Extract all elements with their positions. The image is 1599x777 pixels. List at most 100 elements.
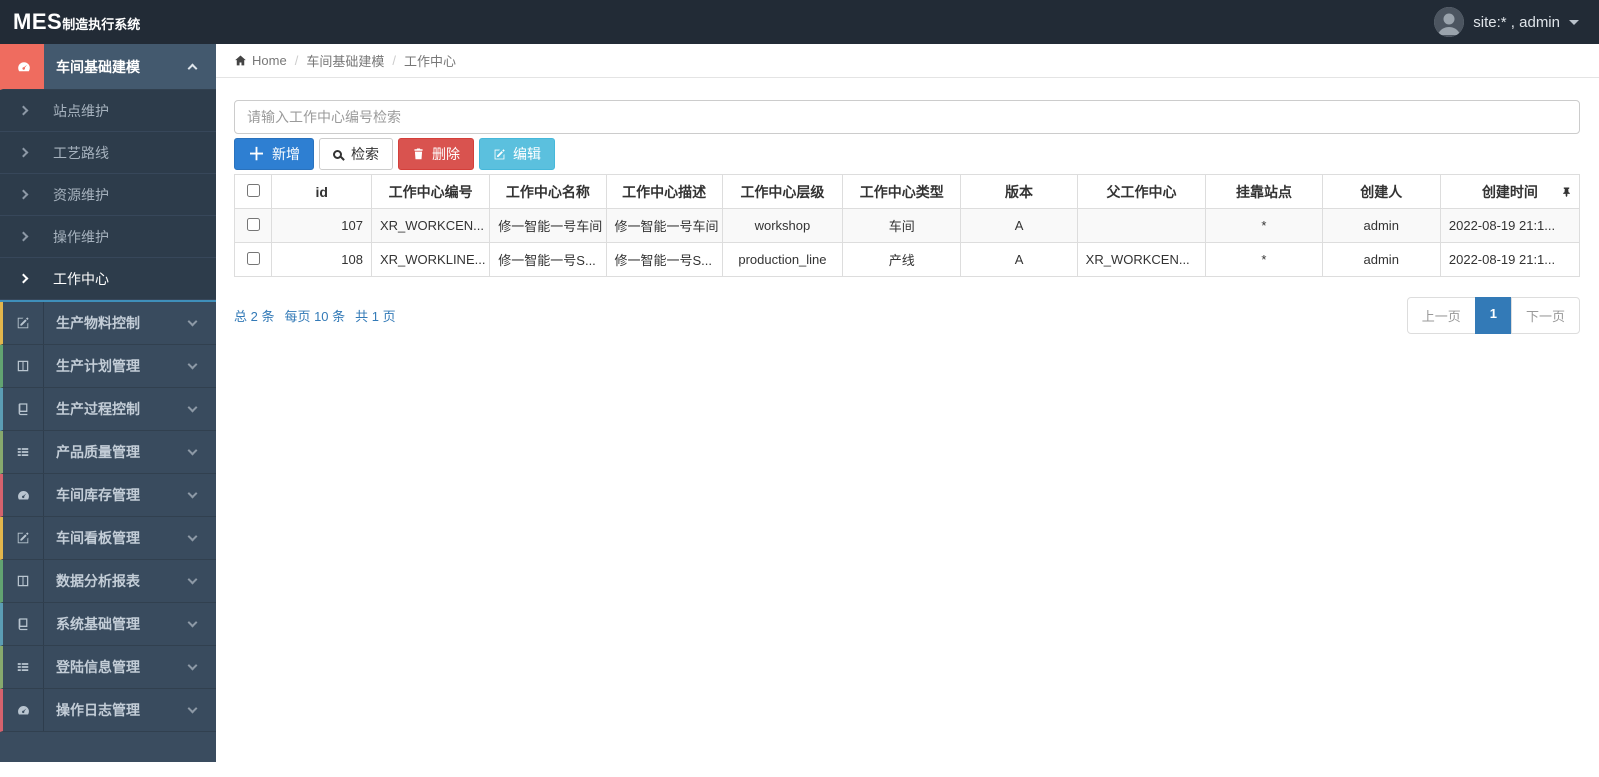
prev-page-button[interactable]: 上一页: [1406, 297, 1476, 334]
sidebar-item-label: 资源维护: [53, 186, 109, 203]
pin-icon[interactable]: [1561, 185, 1572, 201]
book-icon: [3, 603, 44, 645]
row-checkbox[interactable]: [246, 251, 260, 265]
caret-down-icon: [1569, 19, 1579, 25]
column-header-creator: 创建人: [1321, 174, 1441, 209]
row-select-cell: [233, 208, 273, 243]
sidebar-item-work-center[interactable]: 工作中心: [0, 258, 216, 300]
sidebar-item-resource-maintenance[interactable]: 资源维护: [0, 174, 216, 216]
cell-creator: admin: [1321, 242, 1441, 277]
cell-name: 修一智能一号S...: [489, 242, 607, 277]
toolbar: ＋ 新增 检索 删除 编辑: [234, 138, 1580, 170]
edit-button[interactable]: 编辑: [479, 138, 555, 170]
column-header-version: 版本: [960, 174, 1078, 209]
sidebar-group-label: 生产物料控制: [56, 315, 140, 331]
cell-code: XR_WORKCEN...: [370, 208, 491, 243]
cell-station: *: [1205, 208, 1323, 243]
delete-button[interactable]: 删除: [398, 138, 474, 170]
user-menu[interactable]: site:* , admin: [1434, 7, 1579, 37]
sidebar-group-production-plan-management[interactable]: 生产计划管理: [0, 345, 216, 388]
sidebar-group-workshop-basic-modeling[interactable]: 车间基础建模: [0, 44, 216, 90]
breadcrumb-separator: /: [392, 53, 396, 68]
sidebar-group-workshop-kanban-management[interactable]: 车间看板管理: [0, 517, 216, 560]
chevron-down-icon: [187, 703, 198, 714]
list-icon: [3, 646, 44, 688]
plus-icon: ＋: [248, 144, 265, 164]
topbar: MES 制造执行系统 site:* , admin: [0, 0, 1599, 44]
work-center-search-input[interactable]: [234, 100, 1580, 134]
sidebar-group-label: 生产过程控制: [56, 401, 140, 417]
table-header-row: id 工作中心编号 工作中心名称 工作中心描述 工作中心层级 工作中心类型 版本…: [233, 174, 1581, 209]
sidebar-group-label: 产品质量管理: [56, 444, 140, 460]
breadcrumb-separator: /: [294, 53, 299, 68]
next-page-button[interactable]: 下一页: [1510, 297, 1580, 334]
breadcrumb-section[interactable]: 车间基础建模: [306, 51, 384, 70]
gauge-icon: [3, 689, 44, 731]
sidebar-submenu: 站点维护 工艺路线 资源维护 操作维护 工作中心: [0, 90, 216, 302]
cell-id: 108: [271, 242, 372, 277]
breadcrumb-home-label: Home: [252, 53, 287, 68]
cell-created-time: 2022-08-19 21:1...: [1439, 242, 1581, 277]
app-logo: MES 制造执行系统: [13, 9, 140, 35]
table-row[interactable]: 107 XR_WORKCEN... 修一智能一号车间 修一智能一号车间 work…: [233, 208, 1581, 243]
cell-name: 修一智能一号车间: [489, 208, 607, 243]
column-header-label: 创建时间: [1481, 183, 1538, 200]
sidebar-group-system-basic-management[interactable]: 系统基础管理: [0, 603, 216, 646]
sidebar-item-operation-maintenance[interactable]: 操作维护: [0, 216, 216, 258]
summary-pages: 共 1 页: [355, 309, 396, 324]
select-all-header: [233, 174, 273, 209]
row-checkbox[interactable]: [246, 217, 260, 231]
sidebar-group-operation-log-management[interactable]: 操作日志管理: [0, 689, 216, 732]
add-button-label: 新增: [272, 146, 300, 162]
column-header-name: 工作中心名称: [489, 174, 607, 209]
home-icon: [234, 54, 247, 67]
summary-per-page: 每页 10 条: [284, 309, 346, 324]
sidebar-item-station-maintenance[interactable]: 站点维护: [0, 90, 216, 132]
sidebar-group-product-quality-management[interactable]: 产品质量管理: [0, 431, 216, 474]
sidebar-group-login-info-management[interactable]: 登陆信息管理: [0, 646, 216, 689]
chevron-down-icon: [187, 488, 198, 499]
sidebar-group-label: 登陆信息管理: [56, 659, 140, 675]
cell-type: 车间: [842, 208, 962, 243]
select-all-checkbox[interactable]: [246, 183, 260, 197]
columns-icon: [3, 560, 44, 602]
pagination: 上一页 1 下一页: [1406, 297, 1580, 334]
book-icon: [3, 388, 44, 430]
chevron-down-icon: [187, 402, 198, 413]
table-row[interactable]: 108 XR_WORKLINE... 修一智能一号S... 修一智能一号S...…: [233, 242, 1581, 277]
chevron-down-icon: [187, 531, 198, 542]
cell-level: workshop: [721, 208, 844, 243]
current-page-button[interactable]: 1: [1474, 297, 1512, 334]
sidebar-group-label: 车间基础建模: [56, 58, 140, 75]
search-icon: [333, 149, 342, 159]
breadcrumb-home[interactable]: Home: [234, 53, 287, 68]
sidebar-group-label: 车间看板管理: [56, 530, 140, 546]
chevron-down-icon: [187, 359, 198, 370]
chevron-down-icon: [187, 574, 198, 585]
cell-description: 修一智能一号车间: [605, 208, 723, 243]
sidebar: 车间基础建模 站点维护 工艺路线 资源维护 操作维护 工作中心 生产物料控制 生…: [0, 44, 216, 762]
sidebar-item-process-route[interactable]: 工艺路线: [0, 132, 216, 174]
sidebar-group-production-material-control[interactable]: 生产物料控制: [0, 302, 216, 345]
chevron-down-icon: [187, 660, 198, 671]
sidebar-group-production-process-control[interactable]: 生产过程控制: [0, 388, 216, 431]
chevron-down-icon: [187, 445, 198, 456]
list-icon: [3, 431, 44, 473]
column-header-type: 工作中心类型: [842, 174, 962, 209]
trash-icon: [412, 147, 425, 161]
search-button[interactable]: 检索: [319, 138, 393, 170]
cell-station: *: [1205, 242, 1323, 277]
sidebar-group-workshop-inventory-management[interactable]: 车间库存管理: [0, 474, 216, 517]
main-content: Home / 车间基础建模 / 工作中心 ＋ 新增 检索: [216, 44, 1599, 777]
pager-row: 总 2 条 每页 10 条 共 1 页 上一页 1 下一页: [234, 297, 1580, 334]
add-button[interactable]: ＋ 新增: [234, 138, 314, 170]
sidebar-group-label: 车间库存管理: [56, 487, 140, 503]
column-header-station: 挂靠站点: [1205, 174, 1323, 209]
work-center-table: id 工作中心编号 工作中心名称 工作中心描述 工作中心层级 工作中心类型 版本…: [233, 174, 1581, 277]
cell-version: A: [960, 242, 1078, 277]
row-select-cell: [233, 242, 273, 277]
cell-parent: [1076, 208, 1207, 243]
cell-level: production_line: [721, 242, 844, 277]
chevron-down-icon: [187, 617, 198, 628]
sidebar-group-data-analysis-report[interactable]: 数据分析报表: [0, 560, 216, 603]
